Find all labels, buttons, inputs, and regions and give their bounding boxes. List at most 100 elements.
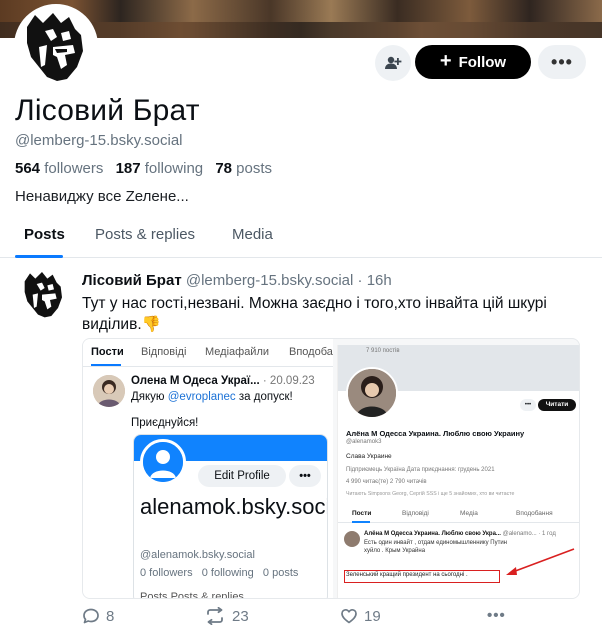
embedded-right-tab: Пости [352,510,372,517]
posts-label: posts [236,160,273,177]
post-actions: 8 23 19 ••• [82,607,582,629]
posts-count: 78 [215,160,232,177]
embedded-avatar [93,375,125,407]
avatar-artwork [17,7,95,85]
highlight-text: Зеленський кращий президент на сьогодні … [346,572,468,578]
reply-count: 8 [106,607,115,625]
embedded-right-post-avatar [344,531,360,547]
post-header: Лісовий Брат @lemberg-15.bsky.social · 1… [82,272,392,289]
embedded-right-screenshot: 7 910 постів ••• Читати Алёна М Одесса У… [337,345,579,598]
followers-stat[interactable]: 564 followers [15,160,103,177]
post-author-avatar[interactable] [18,268,70,320]
reply-icon [83,608,99,624]
repost-button[interactable]: 23 [204,607,249,625]
plus-icon: + [439,50,452,72]
embedded-right-post-meta: @alenamo... · 1 год [502,531,556,537]
edit-profile-button: Edit Profile [198,465,286,487]
post-more-label: ••• [487,607,506,624]
embedded-tab: Медіафайли [205,346,270,358]
embedded-right-tab: Відповіді [402,510,429,517]
followers-label: followers [44,160,104,177]
card-avatar [140,439,186,485]
embedded-right-post-head: Алёна М Одесса Украина. Люблю свою Укра.… [364,531,556,537]
tab-posts[interactable]: Posts [24,226,65,243]
add-user-button[interactable] [375,45,411,81]
embedded-right-more: ••• [520,399,536,411]
display-name: Лісовий Брат [15,94,200,127]
follow-label: Follow [458,53,507,71]
profile-bio: Ненавиджу все Zелене... [15,188,189,205]
add-user-icon [385,56,402,69]
post-author-name[interactable]: Лісовий Брат [82,272,182,289]
like-button[interactable]: 19 [340,607,381,625]
repost-icon [207,607,223,625]
embedded-left-screenshot: Пости Відповіді Медіафайли Вподоба Олена… [83,339,333,599]
more-options-button[interactable]: ••• [538,45,586,79]
profile-stats: 564 followers 187 following 78 posts [15,160,272,177]
profile-avatar[interactable] [14,4,98,88]
embedded-right-avatar-art [348,369,396,417]
embedded-right-meta: Підприємець Україна Дата приєднання: гру… [346,467,495,473]
profile-tabs: Posts Posts & replies Media [0,218,602,258]
embedded-tabs: Пости Відповіді Медіафайли Вподоба [83,339,333,367]
embedded-right-name: Алёна М Одесса Украина. Люблю свою Украи… [346,429,525,438]
tab-posts-replies[interactable]: Posts & replies [95,226,195,243]
embedded-join-text: Приєднуйся! [131,417,199,429]
post-time[interactable]: · 16h [358,272,392,289]
follow-button[interactable]: + Follow [415,45,531,79]
embedded-tab: Відповіді [141,346,187,358]
embedded-avatar-art [93,375,125,407]
post-image[interactable]: Пости Відповіді Медіафайли Вподоба Олена… [82,338,580,599]
post-more-button[interactable]: ••• [487,607,506,624]
embedded-right-stats: 4 990 читає(те) 2 790 читачів [346,479,427,485]
default-avatar-icon [143,442,183,482]
tab-media[interactable]: Media [232,226,273,243]
card-tabs: Posts Posts & replies [140,591,244,599]
embedded-right-follow: Читати [538,399,576,411]
embedded-right-post-text: Есть один инвайт , отдам единомышленнику… [364,540,507,554]
embedded-right-tab: Вподобання [516,510,553,517]
embedded-author-name: Олена М Одеса Украї... [131,375,260,387]
embedded-tab: Пости [91,346,124,358]
profile-handle: @lemberg-15.bsky.social [15,132,183,149]
post-author-handle[interactable]: @lemberg-15.bsky.social [186,272,354,289]
embedded-right-post-count: 7 910 постів [366,348,400,354]
card-followers: 0 followers [140,567,193,579]
following-count: 187 [115,160,141,177]
following-label: following [144,160,204,177]
card-stats: 0 followers 0 following 0 posts [140,567,298,579]
embedded-profile-card: Edit Profile ••• alenamok.bsky.social @a… [133,434,328,599]
card-display-name: alenamok.bsky.social [140,494,328,519]
followers-count: 564 [15,160,41,177]
reply-button[interactable]: 8 [82,607,114,625]
embedded-time: · 20.09.23 [262,375,315,387]
embedded-right-follows: Читають Simpsons Georg, Сергій SSS і ще … [346,491,515,497]
heart-icon [341,608,357,624]
embedded-text-suffix: за допуск! [235,391,293,403]
embedded-text: Дякую @evroplanec за допуск! [131,391,293,403]
embedded-right-tab: Медіа [460,510,478,517]
embedded-tab-indicator [91,364,121,366]
card-posts: 0 posts [262,567,299,579]
post-text: Тут у нас гості,незвані. Можна заєдно і … [82,295,547,333]
embedded-right-avatar [346,367,398,419]
card-more-button: ••• [289,465,321,487]
embedded-text-prefix: Дякую [131,391,168,403]
card-handle: @alenamok.bsky.social [140,549,255,561]
embedded-tab: Вподоба [289,346,333,358]
embedded-right-tab-indicator [352,521,370,523]
embedded-right-bio: Слава Украине [346,453,392,460]
embedded-right-handle: @alenamok3 [346,439,382,445]
post-avatar-artwork [18,268,70,320]
embedded-right-post-name: Алёна М Одесса Украина. Люблю свою Укра.… [364,531,501,537]
posts-stat: 78 posts [215,160,272,177]
repost-count: 23 [232,607,249,625]
embedded-mention: @evroplanec [167,391,236,403]
embedded-author: Олена М Одеса Украї... · 20.09.23 [131,375,315,387]
card-following: 0 following [201,567,254,579]
like-count: 19 [364,607,381,625]
embedded-right-tabs: Пости Відповіді Медіа Вподобання [338,505,579,523]
following-stat[interactable]: 187 following [116,160,204,177]
active-tab-indicator [15,255,63,258]
red-arrow [506,548,575,575]
